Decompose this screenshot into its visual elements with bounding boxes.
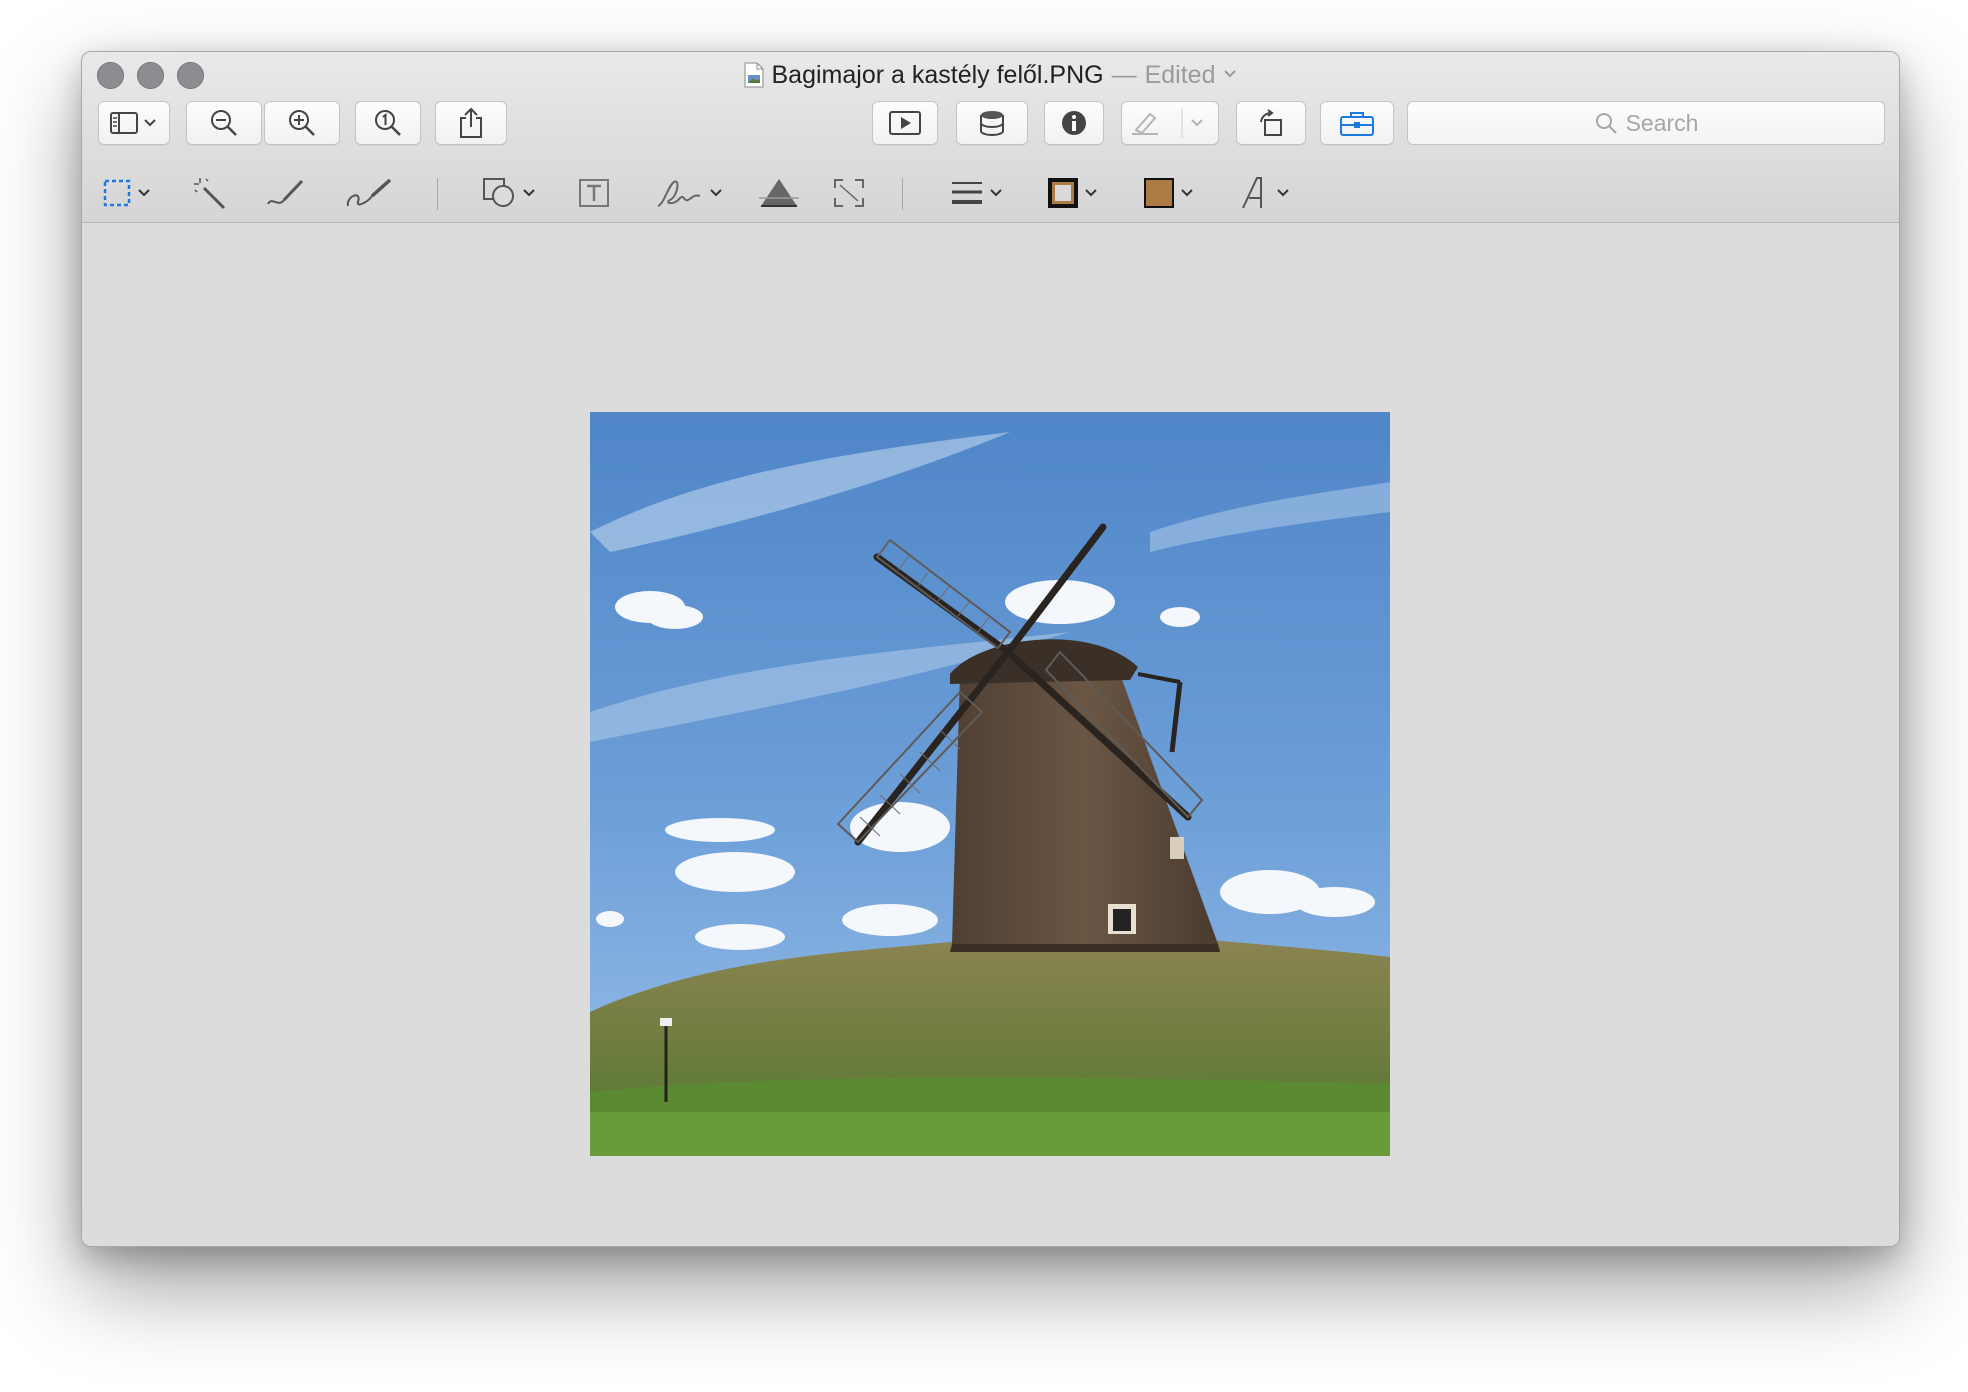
share-icon [460,107,482,138]
chevron-down-icon[interactable] [1275,188,1291,198]
zoom-in-icon [289,110,315,136]
rotate-left-icon [1260,109,1282,136]
fill-color-icon [1144,178,1174,208]
play-icon [889,111,921,135]
actual-size-button[interactable] [355,101,421,145]
markup-toolbar [82,162,1899,222]
highlight-icon [1132,108,1203,138]
text-style-tool[interactable] [1239,176,1291,210]
resize-icon [834,179,864,207]
chevron-down-icon[interactable] [1223,66,1237,84]
border-color-icon [1048,178,1078,208]
chevron-down-icon[interactable] [521,188,537,198]
prism-icon [759,179,799,207]
zoom-out-icon [211,110,237,136]
shape-style-tool[interactable] [950,176,1004,210]
preview-window: Bagimajor a kastély felől.PNG — Edited S… [81,51,1900,1247]
slideshow-button[interactable] [872,101,938,145]
shapes-tool[interactable] [481,176,537,210]
edited-status[interactable]: Edited [1145,61,1216,90]
adjust-size-tool[interactable] [831,176,867,210]
fill-color-tool[interactable] [1143,176,1195,210]
zoom-in-button[interactable] [264,101,340,145]
window-title[interactable]: Bagimajor a kastély felől.PNG — Edited [82,60,1899,90]
windmill-image [590,412,1390,1156]
rectangular-selection-tool[interactable] [102,176,152,210]
zoom-out-button[interactable] [186,101,262,145]
border-color-tool[interactable] [1047,176,1099,210]
magic-wand-icon [194,178,226,210]
toolbox-icon [1340,112,1374,136]
chevron-down-icon[interactable] [1083,188,1099,198]
toolbar-divider [902,178,903,210]
sketch-tool[interactable] [264,176,306,210]
shapes-icon [483,178,514,207]
info-icon [1062,111,1086,135]
window-titlebar: Bagimajor a kastély felől.PNG — Edited S… [82,52,1899,223]
chevron-down-icon[interactable] [1179,188,1195,198]
rotate-button[interactable] [1236,101,1306,145]
chevron-down-icon[interactable] [988,188,1004,198]
instant-alpha-tool[interactable] [192,176,228,210]
inspector-button[interactable] [1044,101,1104,145]
rectangular-selection-icon [103,179,131,207]
sketch-icon [267,179,304,205]
markup-toolbar-button[interactable] [1320,101,1394,145]
document-filename: Bagimajor a kastély felől.PNG [771,60,1104,89]
draw-tool[interactable] [344,176,394,210]
sidebar-icon [110,112,156,134]
chevron-down-icon[interactable] [136,188,152,198]
sign-tool[interactable] [654,176,724,210]
font-icon [1242,177,1262,209]
toolbar-divider [437,178,438,210]
adjust-color-tool[interactable] [757,176,801,210]
image-canvas [82,223,1899,1246]
share-button[interactable] [435,101,507,145]
search-icon [1595,113,1617,134]
search-field[interactable]: Search [1407,101,1885,145]
title-separator: — [1111,60,1137,89]
color-adjust-icon [980,111,1004,136]
line-style-icon [952,182,982,204]
windmill-photo[interactable] [590,412,1390,1156]
sidebar-toggle-button[interactable] [98,101,170,145]
zoom-actual-size-icon [375,110,401,136]
text-box-icon [579,179,609,207]
highlight-button[interactable] [1121,101,1219,145]
chevron-down-icon[interactable] [708,188,724,198]
adjust-color-button[interactable] [956,101,1028,145]
document-icon [744,62,763,88]
draw-icon [346,178,392,207]
signature-icon [657,180,701,207]
text-tool[interactable] [576,176,612,210]
search-placeholder: Search [1625,109,1699,136]
